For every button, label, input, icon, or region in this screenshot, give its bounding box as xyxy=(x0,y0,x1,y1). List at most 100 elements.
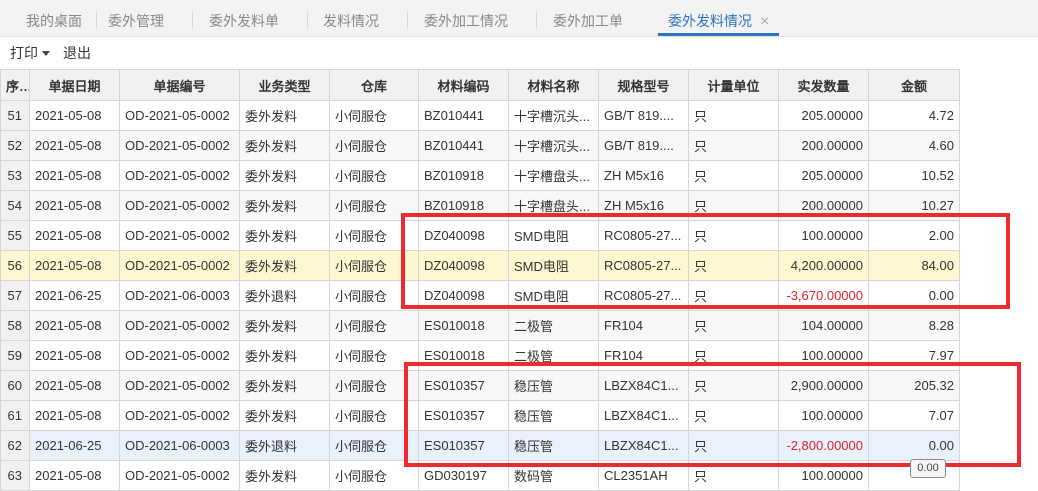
cell-doc-date[interactable]: 2021-05-08 xyxy=(29,100,120,131)
cell-business-type[interactable]: 委外退料 xyxy=(239,280,330,311)
cell-seq[interactable]: 61 xyxy=(0,400,30,431)
cell-warehouse[interactable]: 小伺服仓 xyxy=(329,340,419,371)
cell-business-type[interactable]: 委外退料 xyxy=(239,430,330,461)
col-header-business-type[interactable]: 业务类型 xyxy=(239,69,330,101)
cell-material-name[interactable]: 十字槽沉头... xyxy=(508,100,599,131)
cell-unit[interactable]: 只 xyxy=(688,460,779,491)
cell-doc-date[interactable]: 2021-05-08 xyxy=(29,310,120,341)
table-row[interactable]: 55 2021-05-08 OD-2021-05-0002 委外发料 小伺服仓 DZ040… xyxy=(0,220,960,251)
cell-spec[interactable]: GB/T 819.... xyxy=(598,130,689,161)
cell-doc-date[interactable]: 2021-05-08 xyxy=(29,370,120,401)
cell-doc-no[interactable]: OD-2021-05-0002 xyxy=(119,220,240,251)
cell-seq[interactable]: 54 xyxy=(0,190,30,221)
cell-issued-qty[interactable]: 100.00000 xyxy=(778,340,869,371)
table-row[interactable]: 62 2021-06-25 OD-2021-06-0003 委外退料 小伺服仓 ES010… xyxy=(0,430,960,461)
cell-material-name[interactable]: SMD电阻 xyxy=(508,220,599,251)
cell-doc-no[interactable]: OD-2021-05-0002 xyxy=(119,340,240,371)
cell-spec[interactable]: LBZX84C1... xyxy=(598,370,689,401)
cell-material-code[interactable]: ES010018 xyxy=(418,340,509,371)
cell-unit[interactable]: 只 xyxy=(688,100,779,131)
table-row[interactable]: 52 2021-05-08 OD-2021-05-0002 委外发料 小伺服仓 BZ010… xyxy=(0,130,960,161)
cell-unit[interactable]: 只 xyxy=(688,370,779,401)
col-header-doc-date[interactable]: 单据日期 xyxy=(29,69,120,101)
cell-business-type[interactable]: 委外发料 xyxy=(239,220,330,251)
cell-doc-date[interactable]: 2021-05-08 xyxy=(29,160,120,191)
cell-unit[interactable]: 只 xyxy=(688,430,779,461)
cell-doc-date[interactable]: 2021-05-08 xyxy=(29,340,120,371)
cell-doc-no[interactable]: OD-2021-05-0002 xyxy=(119,250,240,281)
cell-amount[interactable]: 2.00 xyxy=(868,220,960,251)
cell-doc-date[interactable]: 2021-05-08 xyxy=(29,250,120,281)
col-header-warehouse[interactable]: 仓库 xyxy=(329,69,419,101)
tab-outsourcing-processing-order[interactable]: 委外加工单 xyxy=(553,0,623,36)
cell-business-type[interactable]: 委外发料 xyxy=(239,310,330,341)
cell-unit[interactable]: 只 xyxy=(688,250,779,281)
cell-doc-date[interactable]: 2021-06-25 xyxy=(29,280,120,311)
cell-amount[interactable]: 10.52 xyxy=(868,160,960,191)
cell-issued-qty[interactable]: 205.00000 xyxy=(778,100,869,131)
cell-unit[interactable]: 只 xyxy=(688,310,779,341)
cell-issued-qty[interactable]: 205.00000 xyxy=(778,160,869,191)
cell-material-code[interactable]: ES010018 xyxy=(418,310,509,341)
cell-spec[interactable]: RC0805-27... xyxy=(598,280,689,311)
tab-outsourcing-processing-status[interactable]: 委外加工情况 xyxy=(424,0,508,36)
cell-doc-no[interactable]: OD-2021-05-0002 xyxy=(119,400,240,431)
cell-warehouse[interactable]: 小伺服仓 xyxy=(329,430,419,461)
cell-amount[interactable]: 4.72 xyxy=(868,100,960,131)
col-header-spec[interactable]: 规格型号 xyxy=(598,69,689,101)
cell-material-name[interactable]: 二极管 xyxy=(508,340,599,371)
col-header-material-name[interactable]: 材料名称 xyxy=(508,69,599,101)
cell-issued-qty[interactable]: 100.00000 xyxy=(778,400,869,431)
cell-amount[interactable]: 0.00 xyxy=(868,430,960,461)
cell-issued-qty[interactable]: -3,670.00000 xyxy=(778,280,869,311)
cell-doc-no[interactable]: OD-2021-06-0003 xyxy=(119,280,240,311)
cell-doc-no[interactable]: OD-2021-05-0002 xyxy=(119,370,240,401)
cell-warehouse[interactable]: 小伺服仓 xyxy=(329,310,419,341)
cell-seq[interactable]: 51 xyxy=(0,100,30,131)
cell-issued-qty[interactable]: 200.00000 xyxy=(778,130,869,161)
col-header-material-code[interactable]: 材料编码 xyxy=(418,69,509,101)
cell-warehouse[interactable]: 小伺服仓 xyxy=(329,100,419,131)
cell-business-type[interactable]: 委外发料 xyxy=(239,160,330,191)
cell-doc-no[interactable]: OD-2021-05-0002 xyxy=(119,160,240,191)
cell-material-name[interactable]: 数码管 xyxy=(508,460,599,491)
cell-issued-qty[interactable]: 2,900.00000 xyxy=(778,370,869,401)
cell-unit[interactable]: 只 xyxy=(688,160,779,191)
cell-business-type[interactable]: 委外发料 xyxy=(239,130,330,161)
cell-amount[interactable]: 84.00 xyxy=(868,250,960,281)
cell-material-name[interactable]: 十字槽盘头... xyxy=(508,160,599,191)
cell-unit[interactable]: 只 xyxy=(688,280,779,311)
tab-outsourcing-issue-order[interactable]: 委外发料单 xyxy=(209,0,279,36)
cell-unit[interactable]: 只 xyxy=(688,130,779,161)
cell-doc-date[interactable]: 2021-06-25 xyxy=(29,430,120,461)
cell-amount[interactable]: 10.27 xyxy=(868,190,960,221)
cell-material-code[interactable]: DZ040098 xyxy=(418,220,509,251)
cell-doc-date[interactable]: 2021-05-08 xyxy=(29,460,120,491)
cell-business-type[interactable]: 委外发料 xyxy=(239,340,330,371)
cell-unit[interactable]: 只 xyxy=(688,220,779,251)
cell-material-code[interactable]: DZ040098 xyxy=(418,280,509,311)
cell-spec[interactable]: CL2351AH xyxy=(598,460,689,491)
cell-spec[interactable]: ZH M5x16 xyxy=(598,190,689,221)
cell-amount[interactable]: 7.07 xyxy=(868,400,960,431)
cell-amount[interactable]: 4.60 xyxy=(868,130,960,161)
cell-spec[interactable]: FR104 xyxy=(598,340,689,371)
cell-material-code[interactable]: BZ010918 xyxy=(418,190,509,221)
cell-material-code[interactable]: ES010357 xyxy=(418,400,509,431)
col-header-unit[interactable]: 计量单位 xyxy=(688,69,779,101)
cell-spec[interactable]: FR104 xyxy=(598,310,689,341)
table-row[interactable]: 54 2021-05-08 OD-2021-05-0002 委外发料 小伺服仓 BZ010… xyxy=(0,190,960,221)
cell-amount[interactable]: 0.00 xyxy=(868,280,960,311)
cell-warehouse[interactable]: 小伺服仓 xyxy=(329,280,419,311)
cell-issued-qty[interactable]: 100.00000 xyxy=(778,460,869,491)
cell-seq[interactable]: 58 xyxy=(0,310,30,341)
cell-doc-date[interactable]: 2021-05-08 xyxy=(29,130,120,161)
cell-material-code[interactable]: ES010357 xyxy=(418,430,509,461)
cell-seq[interactable]: 62 xyxy=(0,430,30,461)
cell-material-code[interactable]: BZ010918 xyxy=(418,160,509,191)
cell-seq[interactable]: 59 xyxy=(0,340,30,371)
col-header-amount[interactable]: 金额 xyxy=(868,69,960,101)
print-button[interactable]: 打印 xyxy=(10,37,50,69)
cell-material-name[interactable]: 十字槽盘头... xyxy=(508,190,599,221)
cell-business-type[interactable]: 委外发料 xyxy=(239,400,330,431)
